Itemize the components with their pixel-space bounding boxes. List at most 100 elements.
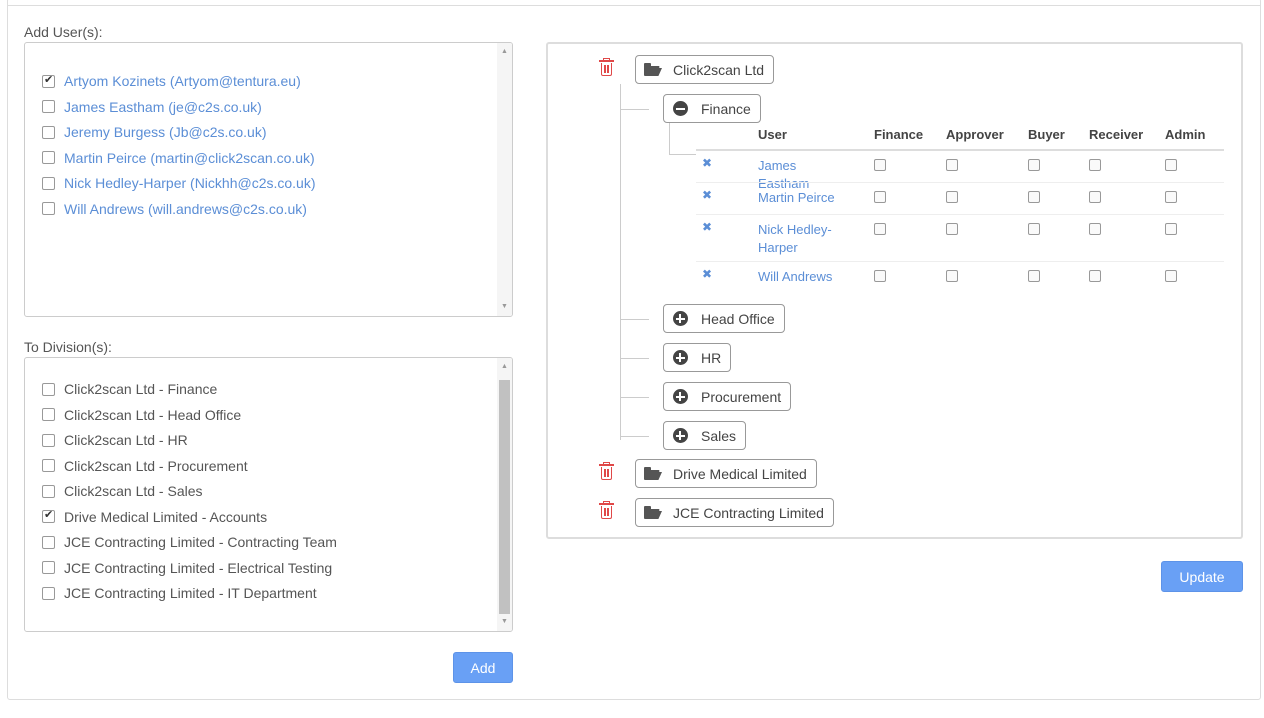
checkbox[interactable]	[42, 459, 55, 472]
division-node[interactable]: HR	[663, 343, 732, 372]
list-item[interactable]: Artyom Kozinets (Artyom@tentura.eu)	[42, 71, 301, 91]
role-checkbox[interactable]	[874, 270, 886, 282]
update-button[interactable]: Update	[1161, 561, 1243, 592]
divisions-scrollbar[interactable]: ▲ ▼	[497, 358, 512, 631]
users-scrollbar[interactable]: ▲ ▼	[497, 43, 512, 316]
trash-can	[601, 506, 612, 519]
plus-circle-icon	[672, 350, 688, 366]
checkbox[interactable]	[42, 100, 55, 113]
company-node[interactable]: JCE Contracting Limited	[635, 498, 834, 527]
list-item-label: Nick Hedley-Harper (Nickhh@c2s.co.uk)	[64, 175, 316, 191]
circle-shape	[672, 350, 688, 365]
role-checkbox[interactable]	[1165, 223, 1177, 235]
role-checkbox[interactable]	[1089, 159, 1101, 171]
scroll-up-icon[interactable]: ▲	[497, 360, 512, 374]
trash-icon[interactable]	[598, 501, 615, 520]
remove-user-icon[interactable]: ✖	[702, 220, 712, 234]
folder-open-icon	[644, 466, 660, 482]
checkbox[interactable]	[42, 202, 55, 215]
role-checkbox[interactable]	[1165, 191, 1177, 203]
role-checkbox[interactable]	[1028, 159, 1040, 171]
checkbox[interactable]	[42, 382, 55, 396]
add-button[interactable]: Add	[453, 652, 513, 683]
tree-connector	[669, 123, 670, 155]
trash-icon[interactable]	[598, 462, 615, 481]
checkbox[interactable]	[42, 586, 55, 600]
grid-user-name[interactable]: Nick Hedley-Harper	[758, 221, 848, 257]
grid-column-header: Receiver	[1089, 127, 1144, 142]
plus-circle-icon	[672, 428, 688, 444]
role-checkbox[interactable]	[1028, 270, 1040, 282]
checkbox[interactable]	[42, 151, 55, 164]
list-item[interactable]: Click2scan Ltd - Finance	[42, 379, 217, 399]
list-item-label: Martin Peirce (martin@click2scan.co.uk)	[64, 149, 315, 166]
grid-column-header: Approver	[946, 127, 1004, 142]
to-divisions-listbox[interactable]: Click2scan Ltd - Finance Click2scan Ltd -…	[24, 357, 513, 632]
role-checkbox[interactable]	[874, 223, 886, 235]
checkbox[interactable]	[42, 408, 55, 421]
role-checkbox[interactable]	[946, 159, 958, 171]
list-item-label: JCE Contracting Limited - Electrical Tes…	[64, 559, 333, 576]
role-checkbox[interactable]	[946, 191, 958, 203]
list-item[interactable]: JCE Contracting Limited - IT Department	[42, 583, 317, 603]
list-item[interactable]: Click2scan Ltd - Head Office	[42, 405, 241, 425]
list-item[interactable]: Click2scan Ltd - Procurement	[42, 456, 248, 476]
checkbox[interactable]	[42, 73, 55, 88]
scrollbar-thumb[interactable]	[499, 380, 510, 614]
grid-user-name[interactable]: Martin Peirce	[758, 189, 848, 207]
add-users-listbox[interactable]: Artyom Kozinets (Artyom@tentura.eu) James…	[24, 42, 513, 317]
list-item-label: Jeremy Burgess (Jb@c2s.co.uk)	[64, 124, 267, 140]
role-checkbox[interactable]	[1165, 270, 1177, 282]
division-node[interactable]: Sales	[663, 421, 747, 450]
grid-user-name[interactable]: James Eastham	[758, 157, 848, 193]
grid-user-name[interactable]: Will Andrews	[758, 268, 848, 286]
remove-user-icon[interactable]: ✖	[702, 156, 712, 170]
role-checkbox[interactable]	[946, 223, 958, 235]
role-checkbox[interactable]	[1028, 191, 1040, 203]
role-checkbox[interactable]	[1089, 223, 1101, 235]
list-item[interactable]: JCE Contracting Limited - Electrical Tes…	[42, 558, 332, 578]
list-item[interactable]: Martin Peirce (martin@click2scan.co.uk)	[42, 148, 315, 168]
role-checkbox[interactable]	[1089, 270, 1101, 282]
list-item[interactable]: Click2scan Ltd - HR	[42, 430, 188, 450]
node-label: Drive Medical Limited	[673, 465, 807, 482]
division-node[interactable]: Finance	[663, 94, 761, 123]
trash-icon[interactable]	[598, 58, 615, 77]
trash-lid	[599, 60, 614, 62]
add-users-label: Add User(s):	[24, 24, 103, 40]
role-checkbox[interactable]	[1089, 191, 1101, 203]
checkbox[interactable]	[42, 484, 55, 498]
checkbox[interactable]	[42, 535, 55, 549]
list-item[interactable]: Click2scan Ltd - Sales	[42, 481, 203, 501]
list-item[interactable]: Jeremy Burgess (Jb@c2s.co.uk)	[42, 122, 267, 142]
top-divider	[8, 5, 1260, 6]
role-checkbox[interactable]	[874, 159, 886, 171]
scroll-down-icon[interactable]: ▼	[497, 615, 512, 629]
role-checkbox[interactable]	[1028, 223, 1040, 235]
folder-shape	[644, 506, 660, 519]
remove-user-icon[interactable]: ✖	[702, 267, 712, 281]
checkbox[interactable]	[42, 433, 55, 447]
checkbox[interactable]	[42, 561, 55, 574]
checkbox[interactable]	[42, 176, 55, 190]
scroll-down-icon[interactable]: ▼	[497, 300, 512, 314]
remove-user-icon[interactable]: ✖	[702, 188, 712, 202]
role-checkbox[interactable]	[946, 270, 958, 282]
list-item[interactable]: Nick Hedley-Harper (Nickhh@c2s.co.uk)	[42, 173, 316, 193]
checkbox[interactable]	[42, 508, 55, 523]
company-node[interactable]: Click2scan Ltd	[635, 55, 775, 84]
checkbox[interactable]	[42, 125, 55, 139]
division-node[interactable]: Procurement	[663, 382, 792, 411]
list-item[interactable]: Drive Medical Limited - Accounts	[42, 507, 267, 527]
scroll-up-icon[interactable]: ▲	[497, 45, 512, 59]
list-item[interactable]: Will Andrews (will.andrews@c2s.co.uk)	[42, 199, 307, 219]
list-item[interactable]: JCE Contracting Limited - Contracting Te…	[42, 532, 337, 552]
circle-shape	[672, 428, 688, 443]
list-item-label: Click2scan Ltd - HR	[64, 432, 188, 448]
role-checkbox[interactable]	[1165, 159, 1177, 171]
plus-circle-icon	[672, 389, 688, 405]
role-checkbox[interactable]	[874, 191, 886, 203]
division-node[interactable]: Head Office	[663, 304, 785, 333]
company-node[interactable]: Drive Medical Limited	[635, 459, 817, 488]
list-item[interactable]: James Eastham (je@c2s.co.uk)	[42, 97, 262, 117]
